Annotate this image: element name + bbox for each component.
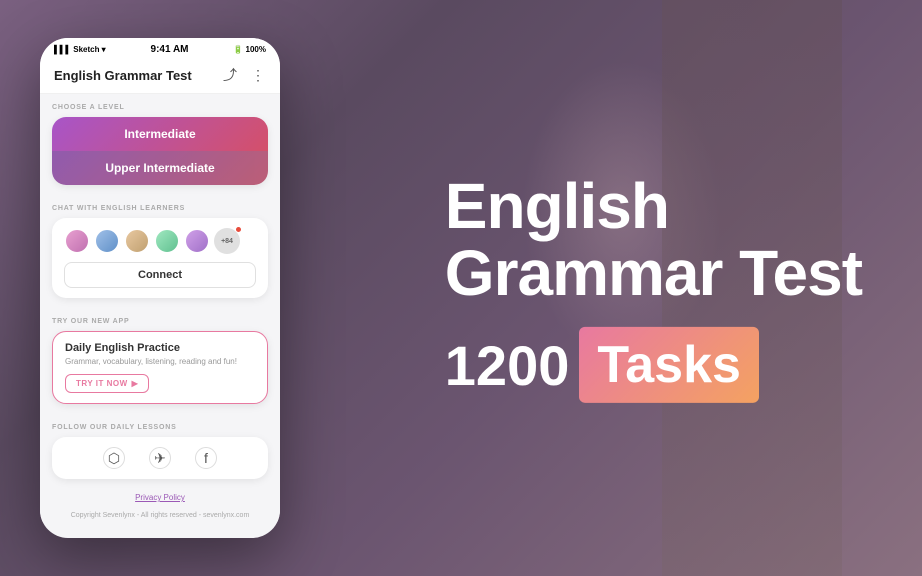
avatar-1	[64, 228, 90, 254]
play-icon: ▶	[132, 379, 139, 388]
instagram-icon[interactable]: ⬡	[103, 447, 125, 469]
avatar-3	[124, 228, 150, 254]
tasks-count: 1200	[445, 333, 570, 398]
try-it-now-button[interactable]: TRY IT NOW ▶	[65, 374, 149, 393]
status-bar: ▌▌▌ Sketch ▾ 9:41 AM 🔋 100%	[40, 38, 280, 59]
intermediate-button[interactable]: Intermediate	[52, 117, 268, 151]
connect-button[interactable]: Connect	[64, 262, 256, 288]
phone-body: ▌▌▌ Sketch ▾ 9:41 AM 🔋 100% English Gram…	[40, 38, 280, 538]
right-panel: English Grammar Test 1200 Tasks	[445, 173, 862, 403]
new-app-label: TRY OUR NEW APP	[52, 308, 268, 331]
social-card: ⬡ ✈ f	[52, 437, 268, 479]
right-title: English Grammar Test	[445, 173, 862, 307]
level-card: Intermediate Upper Intermediate	[52, 117, 268, 185]
avatar-count: +84	[214, 228, 240, 254]
header-icons: ⤴ ⋮	[222, 67, 266, 83]
choose-level-label: CHOOSE A LEVEL	[52, 94, 268, 117]
title-line2: Grammar Test	[445, 237, 862, 309]
app-header: English Grammar Test ⤴ ⋮	[40, 59, 280, 94]
upper-intermediate-button[interactable]: Upper Intermediate	[52, 151, 268, 185]
notification-dot	[235, 226, 242, 233]
social-label: FOLLOW OUR DAILY LESSONS	[52, 414, 268, 437]
facebook-icon[interactable]: f	[195, 447, 217, 469]
avatar-5	[184, 228, 210, 254]
share-icon[interactable]: ⤴	[222, 67, 238, 83]
status-carrier: ▌▌▌ Sketch ▾	[54, 45, 106, 54]
avatars-row: +84	[64, 228, 256, 254]
daily-card: Daily English Practice Grammar, vocabula…	[52, 331, 268, 404]
daily-title: Daily English Practice	[65, 342, 255, 354]
telegram-icon[interactable]: ✈	[149, 447, 171, 469]
phone-content: CHOOSE A LEVEL Intermediate Upper Interm…	[40, 94, 280, 522]
status-battery: 🔋 100%	[233, 45, 266, 54]
more-icon[interactable]: ⋮	[250, 67, 266, 83]
copyright-text: Copyright Sevenlynx - All rights reserve…	[71, 512, 250, 519]
avatar-2	[94, 228, 120, 254]
phone-footer: Privacy Policy Copyright Sevenlynx - All…	[52, 489, 268, 522]
daily-subtitle: Grammar, vocabulary, listening, reading …	[65, 357, 255, 366]
avatar-4	[154, 228, 180, 254]
tasks-label: Tasks	[579, 327, 759, 403]
app-title: English Grammar Test	[54, 68, 192, 83]
tasks-row: 1200 Tasks	[445, 327, 862, 403]
chat-section-label: CHAT WITH ENGLISH LEARNERS	[52, 195, 268, 218]
privacy-policy-link[interactable]: Privacy Policy	[52, 493, 268, 502]
status-time: 9:41 AM	[151, 44, 189, 55]
title-line1: English	[445, 170, 669, 242]
phone-mockup: ▌▌▌ Sketch ▾ 9:41 AM 🔋 100% English Gram…	[40, 38, 280, 538]
chat-card: +84 Connect	[52, 218, 268, 298]
